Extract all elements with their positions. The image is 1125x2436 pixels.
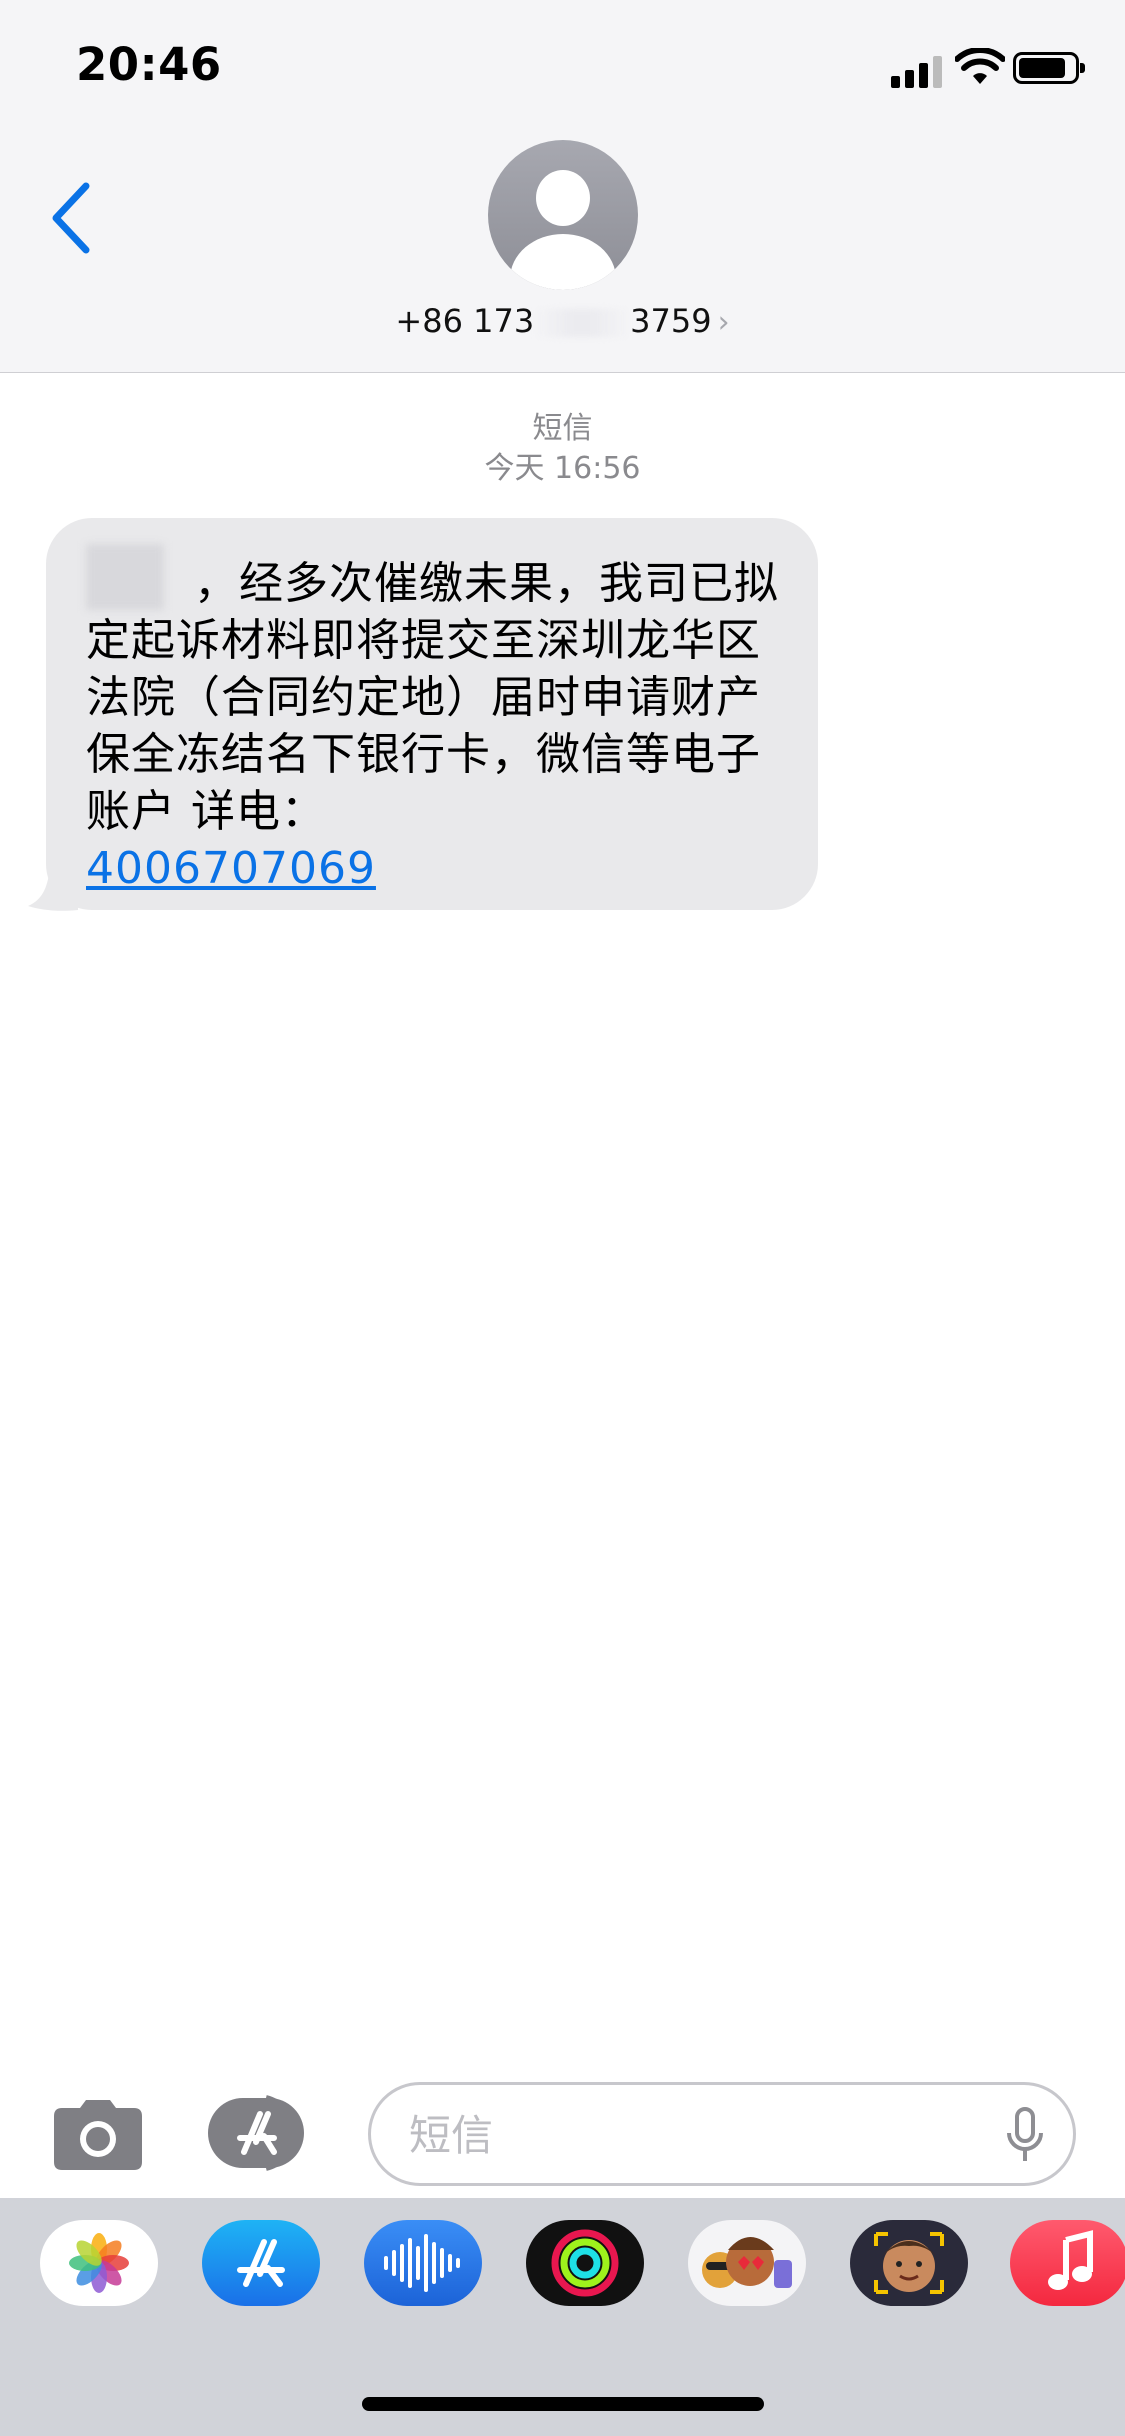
app-store-drawer-icon[interactable] — [206, 2092, 320, 2174]
memoji-icon[interactable] — [850, 2220, 968, 2306]
microphone-icon[interactable] — [1005, 2107, 1045, 2163]
wifi-icon — [955, 48, 1005, 84]
redacted-name — [86, 544, 164, 610]
redacted-digits — [534, 309, 631, 337]
music-icon[interactable] — [1010, 2220, 1125, 2306]
message-input-field[interactable] — [368, 2082, 1076, 2186]
animoji-stickers-icon[interactable] — [688, 2220, 806, 2306]
status-time: 20:46 — [76, 38, 222, 91]
message-bubble[interactable]: ，经多次催缴未果，我司已拟定起诉材料即将提交至深圳龙华区法院（合同约定地）届时申… — [46, 518, 818, 910]
contact-avatar[interactable] — [488, 140, 638, 290]
chevron-right-icon: › — [717, 305, 730, 340]
phone-prefix: +86 173 — [395, 302, 535, 340]
app-store-icon[interactable] — [202, 2220, 320, 2306]
audio-messages-icon[interactable] — [364, 2220, 482, 2306]
message-timestamp: 今天 16:56 — [484, 451, 641, 486]
cellular-signal-icon — [891, 54, 945, 88]
photos-icon[interactable] — [40, 2220, 158, 2306]
home-indicator[interactable] — [362, 2397, 764, 2411]
contact-phone-number[interactable]: +86 173 3759 › — [0, 302, 1125, 340]
avatar-head — [536, 170, 590, 226]
message-input[interactable] — [407, 2103, 971, 2167]
activity-icon[interactable] — [526, 2220, 644, 2306]
message-body: ，经多次催缴未果，我司已拟定起诉材料即将提交至深圳龙华区法院（合同约定地）届时申… — [86, 558, 779, 837]
back-button[interactable] — [46, 178, 96, 258]
message-text: ，经多次催缴未果，我司已拟定起诉材料即将提交至深圳龙华区法院（合同约定地）届时申… — [86, 544, 788, 897]
conversation-header: 20:46 +86 173 3759 › — [0, 0, 1125, 373]
camera-icon[interactable] — [52, 2098, 144, 2172]
avatar-body — [510, 234, 616, 290]
battery-icon — [1013, 52, 1085, 84]
phone-link[interactable]: 4006707069 — [86, 843, 376, 894]
service-label: 短信 — [532, 411, 593, 446]
phone-suffix: 3759 — [630, 302, 712, 340]
